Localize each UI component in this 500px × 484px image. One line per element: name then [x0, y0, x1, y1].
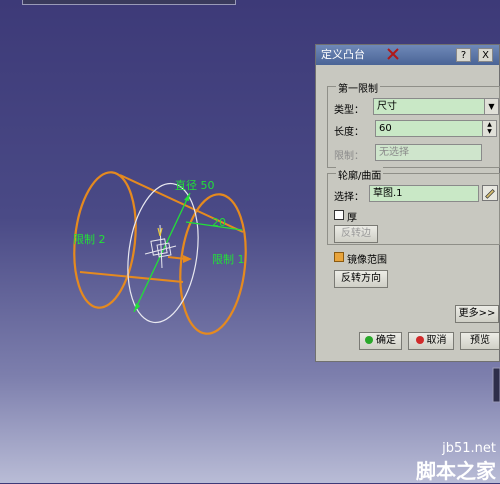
dialog-title: 定义凸台	[321, 48, 365, 61]
cancel-button[interactable]: 取消	[408, 332, 454, 350]
spin-up-icon[interactable]: ▲	[483, 121, 496, 128]
help-button[interactable]: ?	[456, 48, 471, 62]
cancel-icon	[415, 336, 424, 344]
scroll-marker	[492, 367, 500, 403]
limit-field: 无选择	[375, 144, 482, 161]
length-label: 长度：	[334, 127, 364, 138]
chevron-down-icon[interactable]: ▼	[484, 99, 498, 114]
selection-field[interactable]: 草图.1	[369, 185, 479, 202]
watermark-name: 脚本之家	[416, 459, 496, 483]
title-decoration-icon	[387, 48, 399, 60]
type-value: 尺寸	[377, 101, 397, 112]
spin-down-icon[interactable]: ▼	[483, 128, 496, 135]
reverse-direction-button[interactable]: 反转方向	[334, 270, 388, 288]
type-label: 类型：	[334, 105, 364, 116]
site-watermark: jb51.net 脚本之家	[380, 441, 500, 483]
thick-checkbox[interactable]	[334, 210, 344, 220]
edit-sketch-icon[interactable]	[482, 185, 498, 201]
watermark-url: jb51.net	[442, 441, 496, 456]
cancel-label: 取消	[426, 335, 447, 346]
length-value: 60	[379, 123, 392, 134]
diameter-label[interactable]: 直径 50	[175, 178, 215, 192]
limit-label: 限制：	[334, 151, 364, 162]
length-input[interactable]: 60 ▲ ▼	[375, 120, 497, 137]
limit2-label[interactable]: 限制 2	[73, 233, 106, 246]
selection-label: 选择：	[334, 192, 364, 203]
limit1-label[interactable]: 限制 1	[212, 253, 245, 266]
pad-edge-bottom	[79, 271, 184, 283]
ok-icon	[365, 336, 373, 344]
mirror-extent-label: 镜像范围	[347, 255, 387, 266]
selection-value: 草图.1	[373, 188, 403, 199]
mirror-extent-checkbox[interactable]	[334, 252, 344, 262]
preview-button[interactable]: 预览	[460, 332, 500, 350]
define-pad-dialog: 定义凸台 ? X 第一限制 类型： 尺寸 ▼ 长度： 60 ▲ ▼ 限制： 无选择…	[315, 44, 500, 362]
reverse-side-button[interactable]: 反转边	[334, 225, 378, 243]
ok-button[interactable]: 确定	[359, 332, 402, 350]
length-spinner[interactable]: ▲ ▼	[482, 121, 496, 136]
type-dropdown[interactable]: 尺寸 ▼	[373, 98, 499, 115]
first-limit-group-label: 第一限制	[336, 80, 380, 95]
close-button[interactable]: X	[478, 48, 493, 62]
length-label[interactable]: 20	[212, 216, 226, 229]
dialog-titlebar[interactable]: 定义凸台 ? X	[316, 45, 499, 65]
profile-group-label: 轮廓/曲面	[336, 167, 384, 182]
ok-label: 确定	[376, 335, 396, 346]
thick-label: 厚	[347, 213, 357, 224]
more-button[interactable]: 更多>>	[455, 305, 499, 323]
limit-value: 无选择	[379, 147, 409, 158]
